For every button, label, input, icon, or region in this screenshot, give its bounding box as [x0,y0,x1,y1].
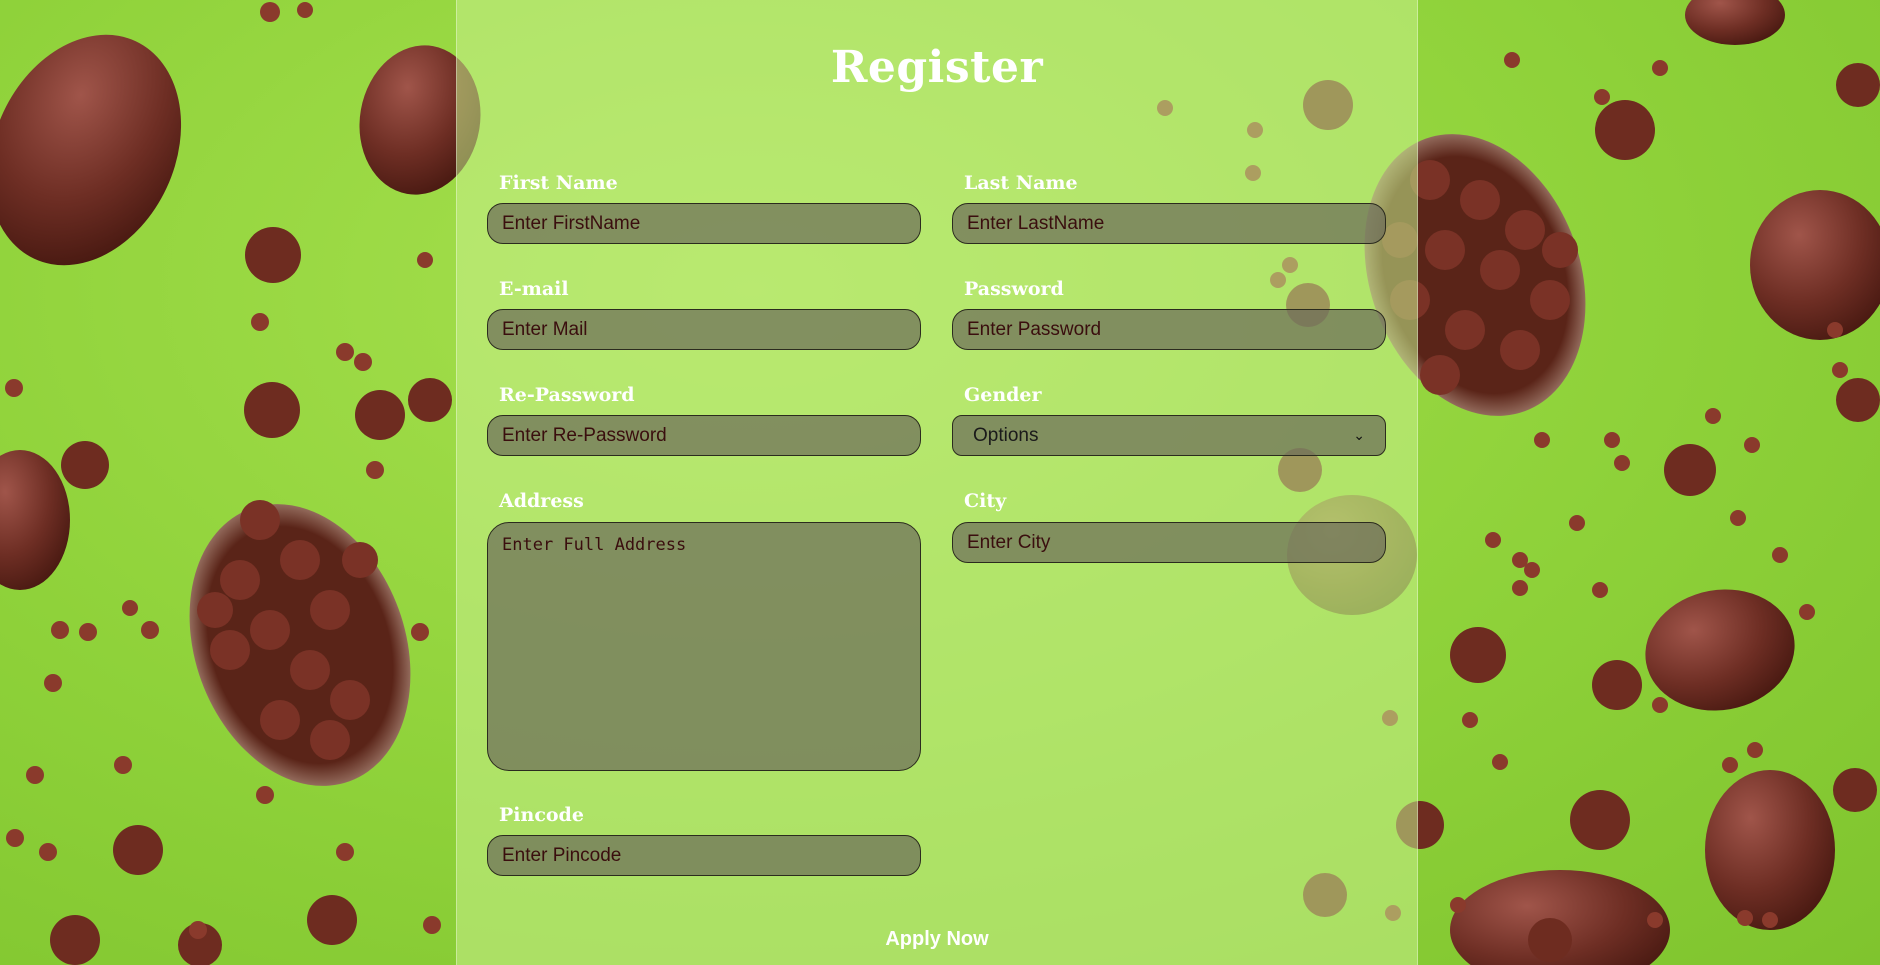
first-name-input[interactable] [487,203,921,244]
last-name-input[interactable] [952,203,1386,244]
email-input[interactable] [487,309,921,350]
re-password-label: Re-Password [499,384,635,406]
address-textarea[interactable] [487,522,921,771]
gender-select[interactable]: Options ⌄ [952,415,1386,456]
city-label: City [964,490,1007,512]
address-label: Address [499,490,584,512]
password-input[interactable] [952,309,1386,350]
apply-now-button[interactable]: Apply Now [457,928,1417,951]
gender-label: Gender [964,384,1042,406]
email-label: E-mail [499,278,569,300]
pincode-input[interactable] [487,835,921,876]
re-password-input[interactable] [487,415,921,456]
chevron-down-icon: ⌄ [1353,427,1365,443]
last-name-label: Last Name [964,172,1078,194]
page-title: Register [830,42,1044,93]
pincode-label: Pincode [499,804,584,826]
city-input[interactable] [952,522,1386,563]
gender-selected-value: Options [973,424,1039,446]
password-label: Password [964,278,1064,300]
register-form-panel: Register First Name Last Name E-mail Pas… [456,0,1418,965]
first-name-label: First Name [499,172,618,194]
